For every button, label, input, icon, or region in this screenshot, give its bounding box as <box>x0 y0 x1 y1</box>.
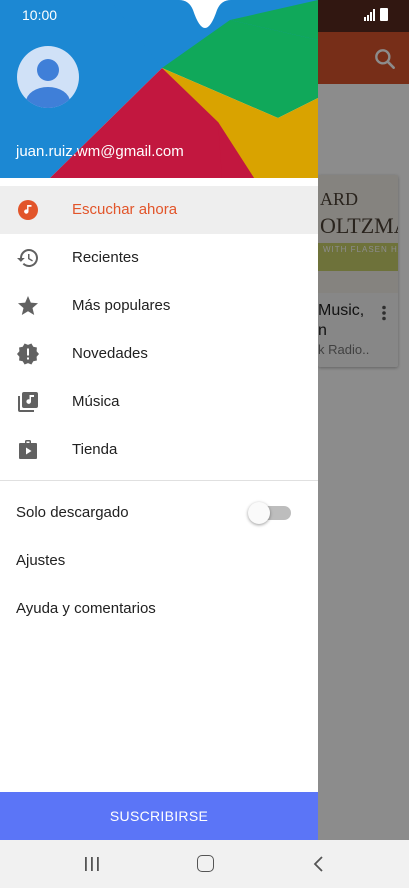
account-email[interactable]: juan.ruiz.wm@gmail.com <box>16 143 184 160</box>
recent-apps-icon[interactable] <box>84 856 100 872</box>
offline-only-label: Solo descargado <box>16 504 129 521</box>
store-play-icon <box>19 440 37 459</box>
status-bar: 10:00 <box>0 0 409 32</box>
music-library-icon <box>18 392 38 412</box>
signal-icon <box>364 9 375 21</box>
menu-item-label: Tienda <box>72 441 118 458</box>
listen-now-icon <box>18 200 38 220</box>
menu-item-escuchar-ahora[interactable]: Escuchar ahora <box>0 186 318 234</box>
back-icon[interactable] <box>312 856 326 872</box>
menu-item-label: Escuchar ahora <box>72 201 178 218</box>
home-icon[interactable] <box>197 855 214 872</box>
subscribe-button[interactable]: SUSCRIBIRSE <box>0 792 318 840</box>
offline-only-toggle-thumb[interactable] <box>248 502 270 524</box>
star-icon <box>18 296 38 315</box>
drawer-scrim[interactable] <box>318 0 409 840</box>
camera-notch <box>179 0 231 28</box>
navigation-drawer: juan.ruiz.wm@gmail.com Escuchar ahora Re… <box>0 0 318 840</box>
menu-item-tienda[interactable]: Tienda <box>0 426 318 474</box>
menu-item-mas-populares[interactable]: Más populares <box>0 282 318 330</box>
system-nav-bar <box>0 840 409 888</box>
menu-item-label: Música <box>72 393 120 410</box>
menu-item-label: Más populares <box>72 297 171 314</box>
menu-item-recientes[interactable]: Recientes <box>0 234 318 282</box>
account-avatar[interactable] <box>17 46 79 108</box>
menu-item-musica[interactable]: Música <box>0 378 318 426</box>
settings-item[interactable]: Ajustes <box>16 537 65 585</box>
battery-icon <box>380 8 388 21</box>
menu-item-label: Novedades <box>72 345 148 362</box>
history-icon <box>17 249 38 267</box>
menu-item-label: Recientes <box>72 249 139 266</box>
new-releases-icon <box>17 343 39 365</box>
help-feedback-item[interactable]: Ayuda y comentarios <box>16 585 156 633</box>
menu-item-novedades[interactable]: Novedades <box>0 330 318 378</box>
person-icon <box>26 59 70 108</box>
drawer-divider <box>0 480 318 481</box>
status-time: 10:00 <box>22 7 58 23</box>
